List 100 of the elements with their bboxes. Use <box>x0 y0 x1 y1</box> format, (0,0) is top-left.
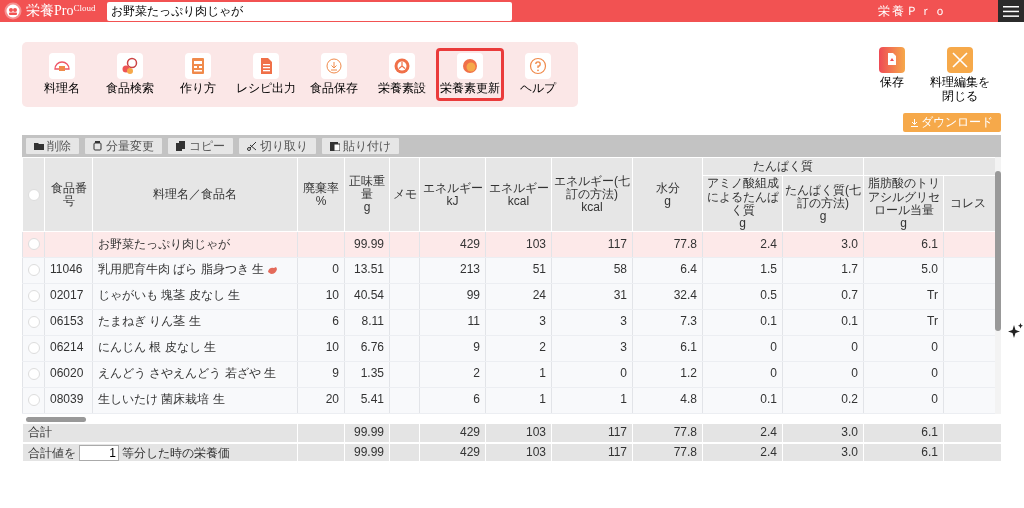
close-edit-button[interactable]: 料理編集を閉じる <box>926 47 994 108</box>
copy-button[interactable]: コピー <box>168 138 233 155</box>
table-cell: 2 <box>419 361 486 388</box>
table-cell: 3.0 <box>782 424 864 444</box>
table-cell: 08039 <box>44 387 93 414</box>
table-cell: 0.7 <box>782 283 864 310</box>
tool-button[interactable]: 食品検索 <box>96 48 164 102</box>
table-cell: お野菜たっぷり肉じゃが <box>92 232 298 258</box>
table-cell: 0.1 <box>702 387 783 414</box>
tool-button[interactable]: 栄養素設 <box>368 48 436 102</box>
divisor-field[interactable]: 1 <box>79 444 119 461</box>
tool-button[interactable]: ヘルプ <box>504 48 572 102</box>
column-header: たんぱく質(七訂の方法) g <box>782 175 864 232</box>
table-cell: 117 <box>551 424 633 444</box>
column-header: アミノ酸組成によるたんぱく質 g <box>702 175 783 232</box>
table-cell: たまねぎ りん茎 生 <box>92 309 298 336</box>
table-cell: 3.0 <box>782 232 864 258</box>
table-cell: 1 <box>485 387 552 414</box>
table-cell: 0.5 <box>702 283 783 310</box>
table-cell: 6 <box>419 387 486 414</box>
row-checkbox[interactable] <box>28 394 40 407</box>
clipboard-icon <box>330 141 340 152</box>
table-cell: 99 <box>419 283 486 310</box>
table-cell: 40.54 <box>344 283 390 310</box>
delete-button[interactable]: 削除 <box>26 138 79 155</box>
cut-button[interactable]: 切り取り <box>239 138 316 155</box>
download-icon <box>911 119 918 127</box>
table-cell: 3 <box>485 309 552 336</box>
menu-icon[interactable] <box>998 0 1024 22</box>
table-cell: 51 <box>485 257 552 284</box>
table-cell: 06153 <box>44 309 93 336</box>
column-header: 食品番号 <box>44 157 93 232</box>
footer-label: 合計 <box>28 425 52 440</box>
tool-button[interactable]: 作り方 <box>164 48 232 102</box>
table-cell: えんどう さやえんどう 若ざや 生 <box>92 361 298 388</box>
table-cell: 6 <box>297 309 345 336</box>
column-header: 水分 g <box>632 157 703 232</box>
table-cell: 77.8 <box>632 232 703 258</box>
table-cell: 99.99 <box>344 424 390 444</box>
table-cell: 213 <box>419 257 486 284</box>
table-cell: 0 <box>863 387 944 414</box>
table-cell: 5.0 <box>863 257 944 284</box>
column-header: 廃棄率 % <box>297 157 345 232</box>
amount-button[interactable]: 分量変更 <box>85 138 162 155</box>
tool-button[interactable]: 料理名 <box>28 48 96 102</box>
column-header: コレス <box>943 175 995 232</box>
footer-label: 合計値を <box>28 445 76 460</box>
table-cell: 2 <box>485 335 552 362</box>
copy-icon <box>176 141 186 152</box>
row-checkbox[interactable] <box>28 264 40 277</box>
select-all-checkbox[interactable] <box>27 188 40 201</box>
table-cell: 6.1 <box>863 232 944 258</box>
column-header: メモ <box>389 157 420 232</box>
table-cell: 24 <box>485 283 552 310</box>
table-cell: 1 <box>551 387 633 414</box>
row-checkbox[interactable] <box>28 290 40 303</box>
table-cell: じゃがいも 塊茎 皮なし 生 <box>92 283 298 310</box>
table-cell: 0 <box>297 257 345 284</box>
table-cell: 99.99 <box>344 232 390 258</box>
table-cell: 103 <box>485 424 552 444</box>
row-checkbox[interactable] <box>28 316 40 329</box>
table-cell: 31 <box>551 283 633 310</box>
table-cell: 20 <box>297 387 345 414</box>
jar-icon <box>93 141 103 152</box>
table-cell: 77.8 <box>632 424 703 444</box>
tool-button[interactable]: 栄養素更新 <box>436 48 504 102</box>
row-checkbox[interactable] <box>28 368 40 381</box>
download-icon <box>323 55 345 77</box>
column-header: エネルギー kJ <box>419 157 486 232</box>
save-button[interactable]: 保存 <box>858 47 926 108</box>
scissors-icon <box>247 141 257 152</box>
table-cell: 0 <box>782 335 864 362</box>
table-cell: 06020 <box>44 361 93 388</box>
table-cell: 1.35 <box>344 361 390 388</box>
tool-button[interactable]: 食品保存 <box>300 48 368 102</box>
table-cell: 6.4 <box>632 257 703 284</box>
tool-button[interactable]: レシピ出力 <box>232 48 300 102</box>
search-field[interactable]: お野菜たっぷり肉じゃが <box>107 1 513 21</box>
table-cell: 0 <box>782 361 864 388</box>
table-cell: 9 <box>419 335 486 362</box>
table-cell: 429 <box>419 232 486 258</box>
footer-label: 等分した時の栄養価 <box>122 445 230 460</box>
table-cell: 7.3 <box>632 309 703 336</box>
table-cell: 103 <box>485 232 552 258</box>
table-cell: 1 <box>485 361 552 388</box>
column-header: 料理名／食品名 <box>92 157 298 232</box>
table-cell: 3 <box>551 335 633 362</box>
column-header: エネルギー(七訂の方法) kcal <box>551 157 633 232</box>
vertical-scrollbar[interactable] <box>995 157 1001 415</box>
table-cell: 13.51 <box>344 257 390 284</box>
table-cell: 2.4 <box>702 232 783 258</box>
table-cell: 10 <box>297 283 345 310</box>
paste-button[interactable]: 貼り付け <box>322 138 399 155</box>
table-cell: 6.1 <box>632 335 703 362</box>
table-cell: 6.76 <box>344 335 390 362</box>
table-cell: 32.4 <box>632 283 703 310</box>
row-checkbox[interactable] <box>28 238 40 251</box>
table-cell: 02017 <box>44 283 93 310</box>
column-header: エネルギー kcal <box>485 157 552 232</box>
row-checkbox[interactable] <box>28 342 40 355</box>
